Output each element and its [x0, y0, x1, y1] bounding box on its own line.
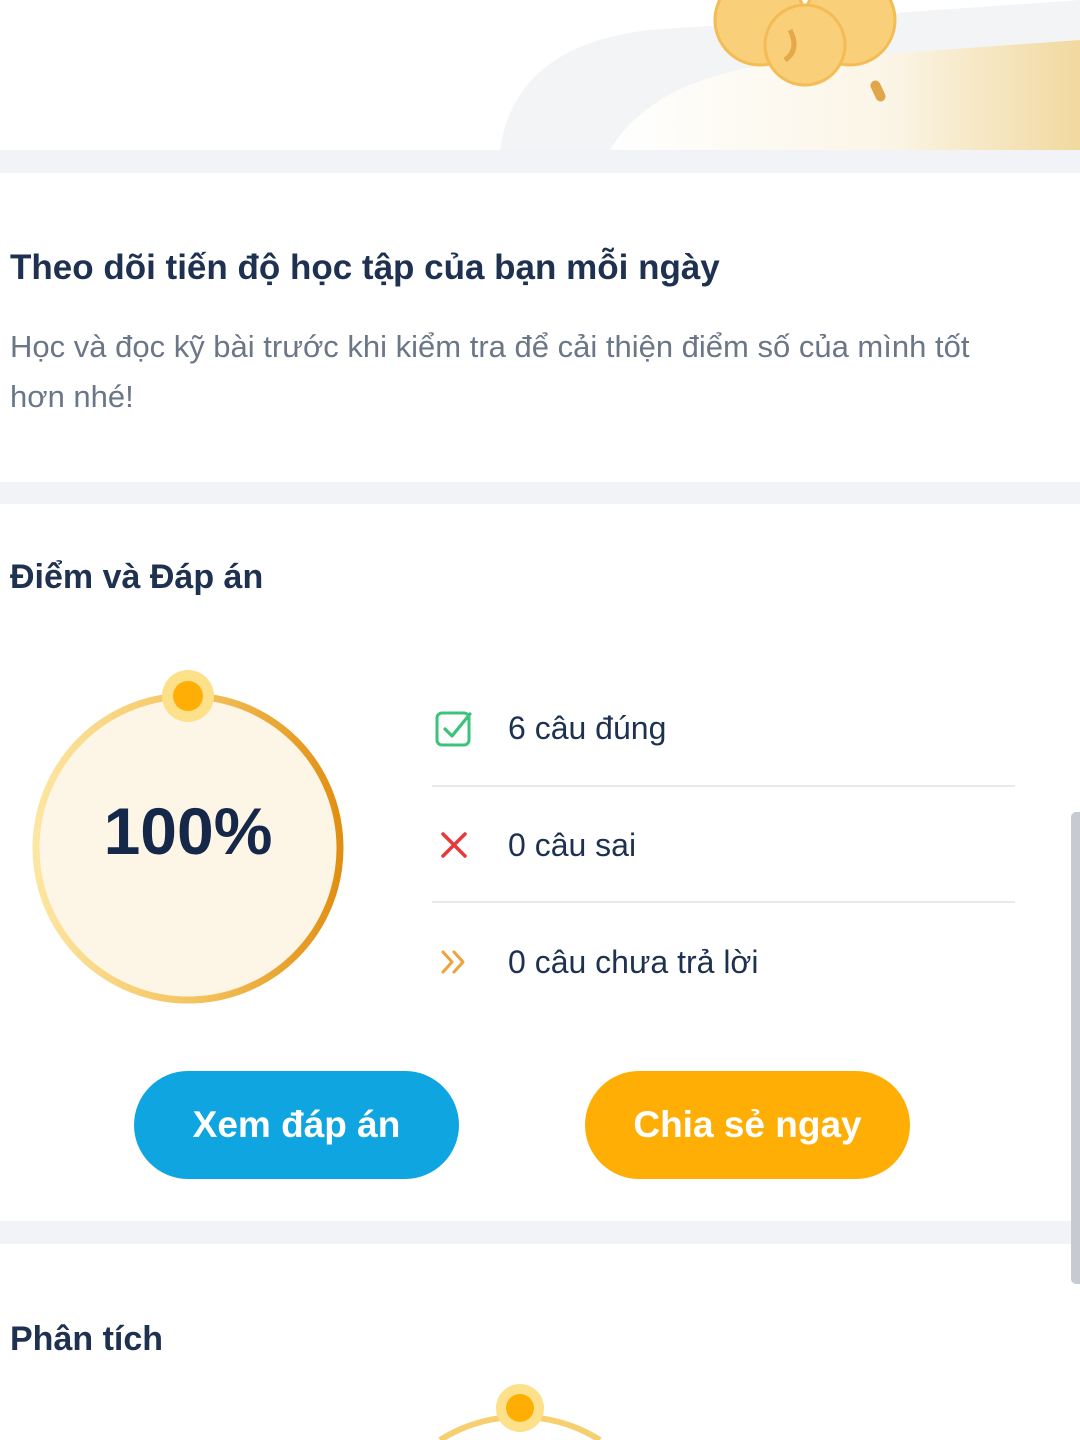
section-divider: [0, 482, 1080, 504]
analysis-progress-ring: [438, 1384, 602, 1440]
progress-section-title: Theo dõi tiến độ học tập của bạn mỗi ngà…: [10, 248, 720, 287]
analysis-section-title: Phân tích: [10, 1320, 164, 1358]
progress-knob-dot: [173, 681, 203, 711]
x-icon: [432, 787, 476, 903]
view-answers-button[interactable]: Xem đáp án: [134, 1071, 459, 1179]
share-now-button[interactable]: Chia sẻ ngay: [585, 1071, 910, 1179]
stat-unanswered-label: 0 câu chưa trả lời: [508, 944, 759, 980]
stat-wrong-label: 0 câu sai: [508, 827, 637, 863]
stat-wrong: 0 câu sai: [432, 787, 1015, 903]
double-chevron-right-icon: [432, 904, 476, 1020]
check-square-icon: [432, 670, 476, 786]
score-percentage: 100%: [103, 794, 273, 868]
section-divider: [0, 150, 1080, 173]
scrollbar[interactable]: [1071, 812, 1080, 1284]
top-banner-illustration: [0, 0, 1080, 150]
section-divider: [0, 1221, 1080, 1244]
stat-correct-label: 6 câu đúng: [508, 710, 667, 746]
stats-divider: [432, 901, 1015, 903]
stat-unanswered: 0 câu chưa trả lời: [432, 904, 1015, 1020]
score-section-title: Điểm và Đáp án: [10, 558, 264, 596]
stat-correct: 6 câu đúng: [432, 670, 1015, 786]
progress-section-description: Học và đọc kỹ bài trước khi kiểm tra để …: [10, 329, 970, 414]
